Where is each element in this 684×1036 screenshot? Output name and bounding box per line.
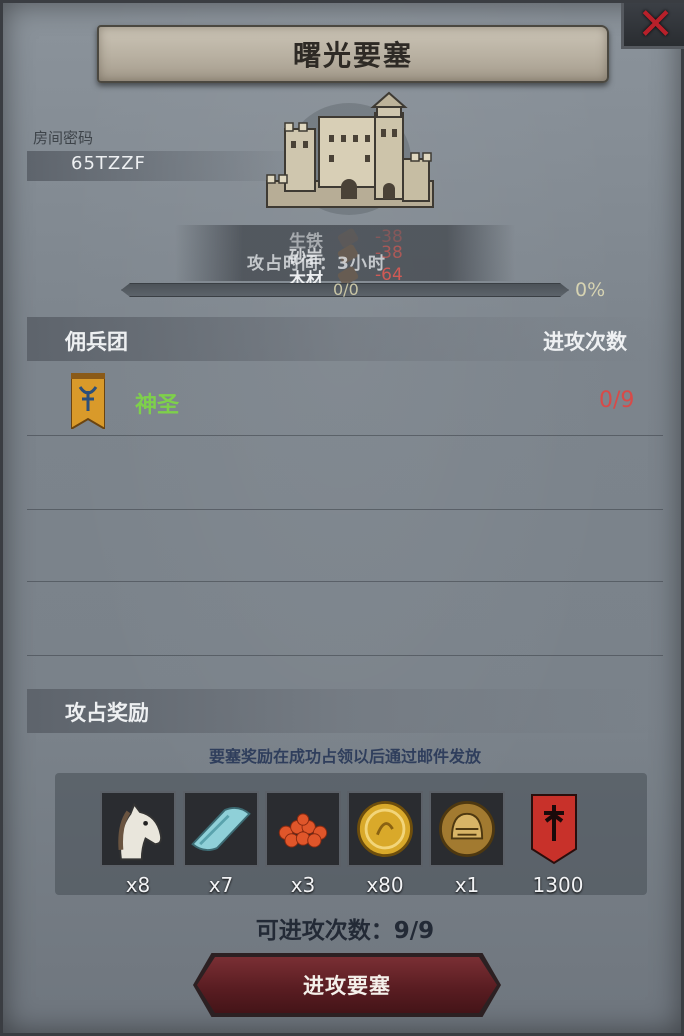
list-divider (27, 655, 663, 656)
fortress-panel: 曙光要塞 ✕ 房间密码 65TZZF 生铁 -38 砂岩 -38 攻占时间：3小… (0, 0, 684, 1036)
reward-qty: x8 (125, 873, 151, 897)
reward-qty: 1300 (532, 873, 584, 897)
reward-slot-horse[interactable] (100, 791, 176, 867)
castle-icon (263, 89, 435, 215)
list-divider (27, 509, 663, 510)
caviar-icon (267, 793, 339, 865)
reward-qty: x1 (454, 873, 480, 897)
occupy-progress-percent: 0% (575, 279, 606, 301)
guild-banner-icon (531, 794, 577, 865)
page-title: 曙光要塞 (292, 39, 413, 72)
room-code[interactable]: 65TZZF (71, 153, 146, 174)
reward-slot-gold-coin[interactable] (347, 791, 423, 867)
attack-fortress-button[interactable]: 进攻要塞 (197, 957, 497, 1013)
reward-qty: x80 (366, 873, 404, 897)
reward-slot-caviar[interactable] (265, 791, 341, 867)
list-divider (27, 581, 663, 582)
attack-button-label: 进攻要塞 (303, 974, 391, 998)
close-button[interactable]: ✕ (621, 0, 684, 50)
reward-qty: x7 (208, 873, 234, 897)
guild-attack-count: 0/9 (599, 388, 635, 413)
title-banner: 曙光要塞 (97, 25, 609, 83)
reward-note: 要塞奖励在成功占领以后通过邮件发放 (208, 747, 481, 766)
reward-qty: x3 (290, 873, 316, 897)
room-code-label: 房间密码 (33, 129, 94, 147)
reward-slot-guild-banner[interactable] (516, 791, 592, 867)
reward-slot-knight-helmet[interactable] (429, 791, 505, 867)
knight-helmet-icon (431, 793, 503, 865)
horse-icon (102, 793, 174, 865)
gold-coin-icon (349, 793, 421, 865)
occupy-progress-count: 0/0 (333, 280, 359, 299)
cloth-icon (185, 793, 257, 865)
attack-count-header: 进攻次数 (543, 330, 627, 354)
guild-name: 神圣 (135, 393, 180, 418)
resource-value-wood: -64 (375, 265, 403, 285)
reward-header-label: 攻占奖励 (65, 701, 149, 725)
close-icon: ✕ (637, 0, 674, 50)
remaining-attempts: 可进攻次数：9/9 (255, 918, 435, 944)
reward-slot-cloth[interactable] (183, 791, 259, 867)
mercenary-header-label: 佣兵团 (65, 330, 128, 354)
guild-banner-icon (71, 373, 105, 429)
mercenary-row[interactable]: 神圣 0/9 (27, 365, 663, 435)
list-divider (27, 435, 663, 436)
